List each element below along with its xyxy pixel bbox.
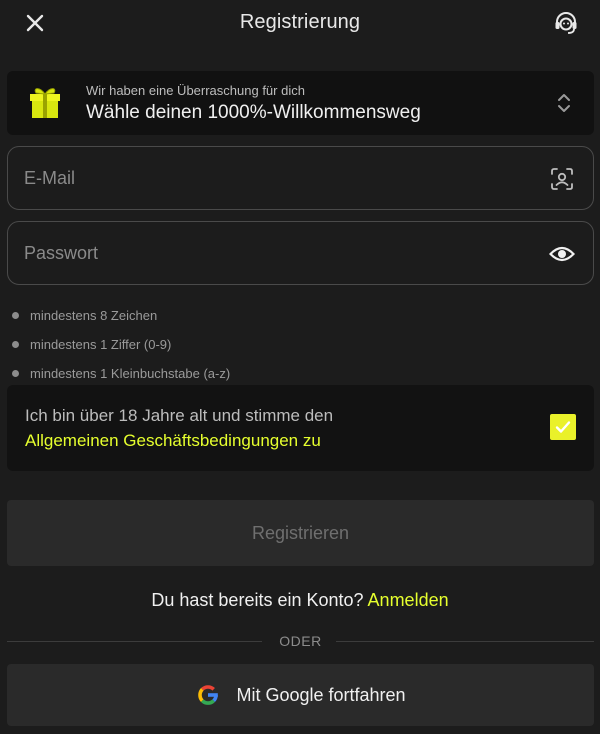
password-input[interactable] [24,222,524,284]
bullet-dot-icon [12,312,19,319]
register-button[interactable]: Registrieren [7,500,594,566]
eye-icon[interactable] [549,241,575,267]
terms-consent-box: Ich bin über 18 Jahre alt und stimme den… [7,385,594,471]
page-title: Registrierung [239,11,361,33]
promo-subtitle: Wir haben eine Überraschung für dich [86,83,305,98]
login-question: Du hast bereits ein Konto? [151,590,364,610]
google-logo-icon [198,685,219,705]
terms-link[interactable]: Allgemeinen Geschäftsbedingungen zu [25,431,321,451]
promo-title: Wähle deinen 1000%-Willkommensweg [86,102,421,123]
google-button-label: Mit Google fortfahren [236,684,406,705]
password-field-container [7,221,594,285]
google-signin-button[interactable]: Mit Google fortfahren [7,664,594,726]
or-divider: ODER [7,632,594,652]
checkmark-icon [555,421,571,433]
rule-text: mindestens 8 Zeichen [30,308,158,323]
password-rules-list: mindestens 8 Zeichen mindestens 1 Ziffer… [12,301,230,388]
email-input[interactable] [24,147,524,209]
rule-text: mindestens 1 Kleinbuchstabe (a-z) [30,366,231,381]
divider-line-right [336,641,594,642]
header-bar: Registrierung [0,0,600,46]
list-item: mindestens 8 Zeichen [12,301,230,330]
bullet-dot-icon [12,370,19,377]
email-field-container [7,146,594,210]
terms-text: Ich bin über 18 Jahre alt und stimme den [25,406,334,425]
login-prompt: Du hast bereits ein Konto? Anmelden [0,590,600,611]
list-item: mindestens 1 Ziffer (0-9) [12,330,230,359]
chevron-up-down-icon [558,94,570,112]
rule-text: mindestens 1 Ziffer (0-9) [30,337,172,352]
gift-icon [30,88,60,118]
terms-checkbox[interactable] [550,414,576,440]
list-item: mindestens 1 Kleinbuchstabe (a-z) [12,359,230,388]
welcome-offer-selector[interactable]: Wir haben eine Überraschung für dich Wäh… [7,71,594,135]
face-scan-icon[interactable] [549,166,575,192]
headset-support-icon [555,12,577,34]
support-button[interactable] [552,9,580,37]
bullet-dot-icon [12,341,19,348]
login-link[interactable]: Anmelden [368,590,449,610]
